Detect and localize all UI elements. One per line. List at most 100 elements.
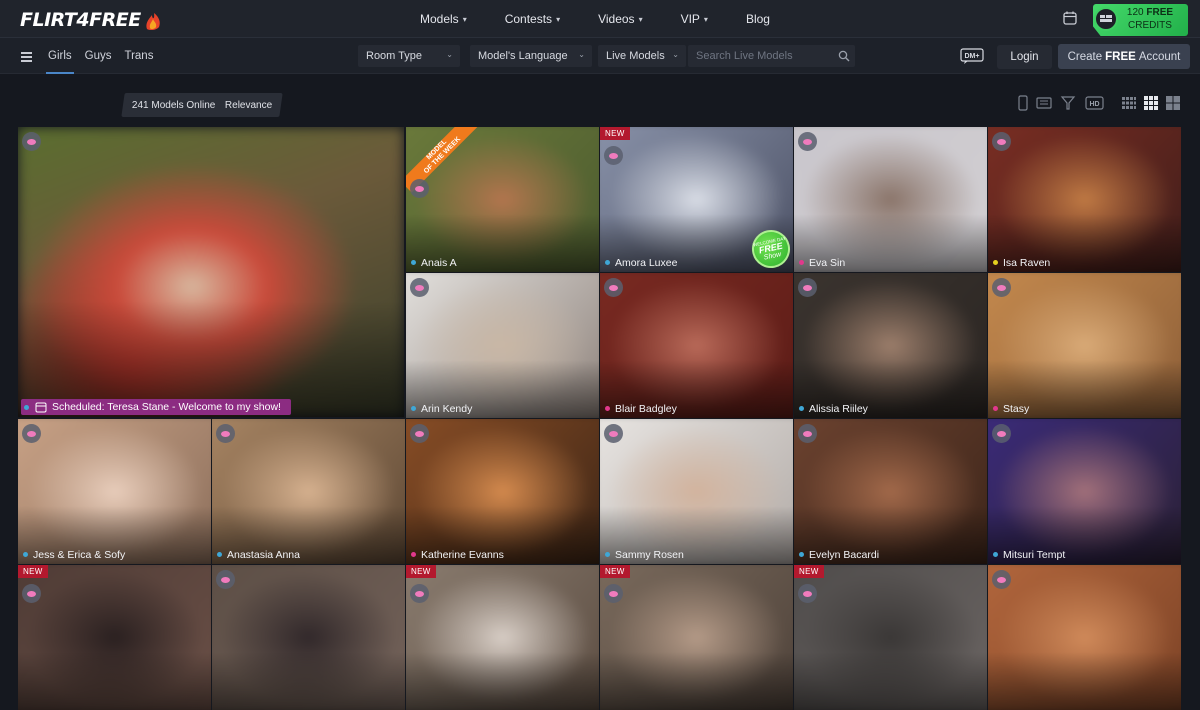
search-input[interactable] xyxy=(688,50,828,62)
language-select[interactable]: Model's Language ⌄ xyxy=(470,45,592,67)
toy-filter-icon[interactable] xyxy=(1060,95,1076,111)
live-models-select[interactable]: Live Models ⌄ xyxy=(598,45,686,67)
menu-icon[interactable] xyxy=(21,52,32,62)
status-dot xyxy=(411,260,416,265)
chevron-down-icon: ▾ xyxy=(462,14,467,24)
model-tile[interactable]: Jess & Erica & Sofy xyxy=(18,419,211,564)
featured-model-tile[interactable]: Scheduled: Teresa Stane - Welcome to my … xyxy=(18,127,404,417)
model-tile[interactable]: Stasy xyxy=(988,273,1181,418)
model-tile[interactable]: NEW xyxy=(794,565,987,710)
search-icon[interactable] xyxy=(838,50,850,62)
nav-models[interactable]: Models ▾ xyxy=(420,12,467,26)
webcam-icon xyxy=(216,424,235,443)
widescreen-view-icon[interactable] xyxy=(1036,95,1052,111)
model-tile[interactable]: Arin Kendy xyxy=(406,273,599,418)
sort-select[interactable]: Relevance xyxy=(214,93,283,117)
grid-medium-view-icon[interactable] xyxy=(1143,95,1159,111)
status-dot xyxy=(23,552,28,557)
model-name: Mitsuri Tempt xyxy=(1003,549,1066,561)
room-type-select[interactable]: Room Type ⌄ xyxy=(358,45,460,67)
dm-plus-icon[interactable]: DM+ xyxy=(960,48,984,65)
mobile-view-icon[interactable] xyxy=(1015,95,1031,111)
model-tile[interactable]: NEW xyxy=(406,565,599,710)
tab-trans[interactable]: Trans xyxy=(124,38,153,74)
model-grid: Scheduled: Teresa Stane - Welcome to my … xyxy=(18,127,1181,710)
status-dot xyxy=(605,260,610,265)
model-name: Katherine Evanns xyxy=(421,549,504,561)
nav-models-label: Models xyxy=(420,12,459,26)
model-tile[interactable]: Sammy Rosen xyxy=(600,419,793,564)
model-tile[interactable]: Isa Raven xyxy=(988,127,1181,272)
grid-small-view-icon[interactable] xyxy=(1121,95,1137,111)
status-dot xyxy=(799,406,804,411)
model-tile[interactable] xyxy=(988,565,1181,710)
webcam-icon xyxy=(22,424,41,443)
nav-vip-label: VIP xyxy=(680,12,700,26)
nav-blog[interactable]: Blog xyxy=(746,12,770,26)
webcam-icon xyxy=(604,278,623,297)
grid-large-view-icon[interactable] xyxy=(1165,95,1181,111)
chevron-down-icon: ⌄ xyxy=(446,50,453,59)
webcam-icon xyxy=(410,179,429,198)
model-tile[interactable]: Katherine Evanns xyxy=(406,419,599,564)
credits-label: 120 FREE CREDITS xyxy=(1120,6,1180,32)
webcam-icon xyxy=(798,584,817,603)
status-dot xyxy=(799,260,804,265)
scheduled-show-banner[interactable]: Scheduled: Teresa Stane - Welcome to my … xyxy=(21,399,291,415)
new-badge: NEW xyxy=(600,565,630,578)
credits-amount: 120 xyxy=(1126,7,1144,18)
nav-videos-label: Videos xyxy=(598,12,635,26)
model-name: Arin Kendy xyxy=(421,403,473,415)
status-dot xyxy=(605,406,610,411)
models-online-label: 241 Models Online xyxy=(132,99,216,111)
search-box xyxy=(688,45,855,67)
new-badge: NEW xyxy=(600,127,630,140)
models-online-count: 241 Models Online xyxy=(121,93,227,117)
hd-filter-icon[interactable]: HD xyxy=(1085,95,1104,111)
status-dot xyxy=(993,260,998,265)
credits-coin-icon xyxy=(1094,7,1118,31)
create-account-button[interactable]: Create FREE Account xyxy=(1058,44,1190,69)
calendar-icon xyxy=(35,402,47,413)
nav-blog-label: Blog xyxy=(745,12,770,26)
model-name: Blair Badgley xyxy=(615,403,677,415)
nav-videos[interactable]: Videos ▾ xyxy=(598,12,643,26)
create-prefix: Create xyxy=(1067,50,1103,63)
new-badge: NEW xyxy=(406,565,436,578)
webcam-icon xyxy=(22,132,41,151)
model-tile[interactable]: NEW xyxy=(600,565,793,710)
model-tile[interactable] xyxy=(212,565,405,710)
model-tile[interactable]: Anastasia Anna xyxy=(212,419,405,564)
model-tile[interactable]: Evelyn Bacardi xyxy=(794,419,987,564)
login-button[interactable]: Login xyxy=(997,45,1052,69)
nav-contests[interactable]: Contests ▾ xyxy=(505,12,560,26)
model-tile[interactable]: Mitsuri Tempt xyxy=(988,419,1181,564)
webcam-icon xyxy=(798,424,817,443)
status-dot xyxy=(411,406,416,411)
model-tile[interactable]: NEW xyxy=(18,565,211,710)
calendar-icon[interactable] xyxy=(1062,10,1078,26)
webcam-icon xyxy=(604,584,623,603)
model-tile[interactable]: Eva Sin xyxy=(794,127,987,272)
status-dot xyxy=(411,552,416,557)
category-tabs: Girls Guys Trans xyxy=(46,38,166,74)
create-free: FREE xyxy=(1105,50,1136,63)
model-tile[interactable]: Alissia Riiley xyxy=(794,273,987,418)
scheduled-text: Scheduled: Teresa Stane - Welcome to my … xyxy=(52,401,281,413)
webcam-icon xyxy=(22,584,41,603)
model-tile[interactable]: Blair Badgley xyxy=(600,273,793,418)
tab-girls[interactable]: Girls xyxy=(46,38,74,74)
webcam-icon xyxy=(604,146,623,165)
webcam-icon xyxy=(604,424,623,443)
language-label: Model's Language xyxy=(478,50,568,62)
model-name: Alissia Riiley xyxy=(809,403,868,415)
model-tile[interactable]: NEW WELCOME DAY FREE Show Amora Luxee xyxy=(600,127,793,272)
webcam-icon xyxy=(410,584,429,603)
site-logo[interactable]: FLIRT4FREE xyxy=(20,7,163,33)
webcam-icon xyxy=(410,278,429,297)
tab-guys[interactable]: Guys xyxy=(85,38,112,74)
model-name: Anais A xyxy=(421,257,457,269)
nav-vip[interactable]: VIP ▾ xyxy=(681,12,708,26)
model-tile[interactable]: MODEL OF THE WEEK Anais A xyxy=(406,127,599,272)
credits-word: CREDITS xyxy=(1128,20,1172,31)
